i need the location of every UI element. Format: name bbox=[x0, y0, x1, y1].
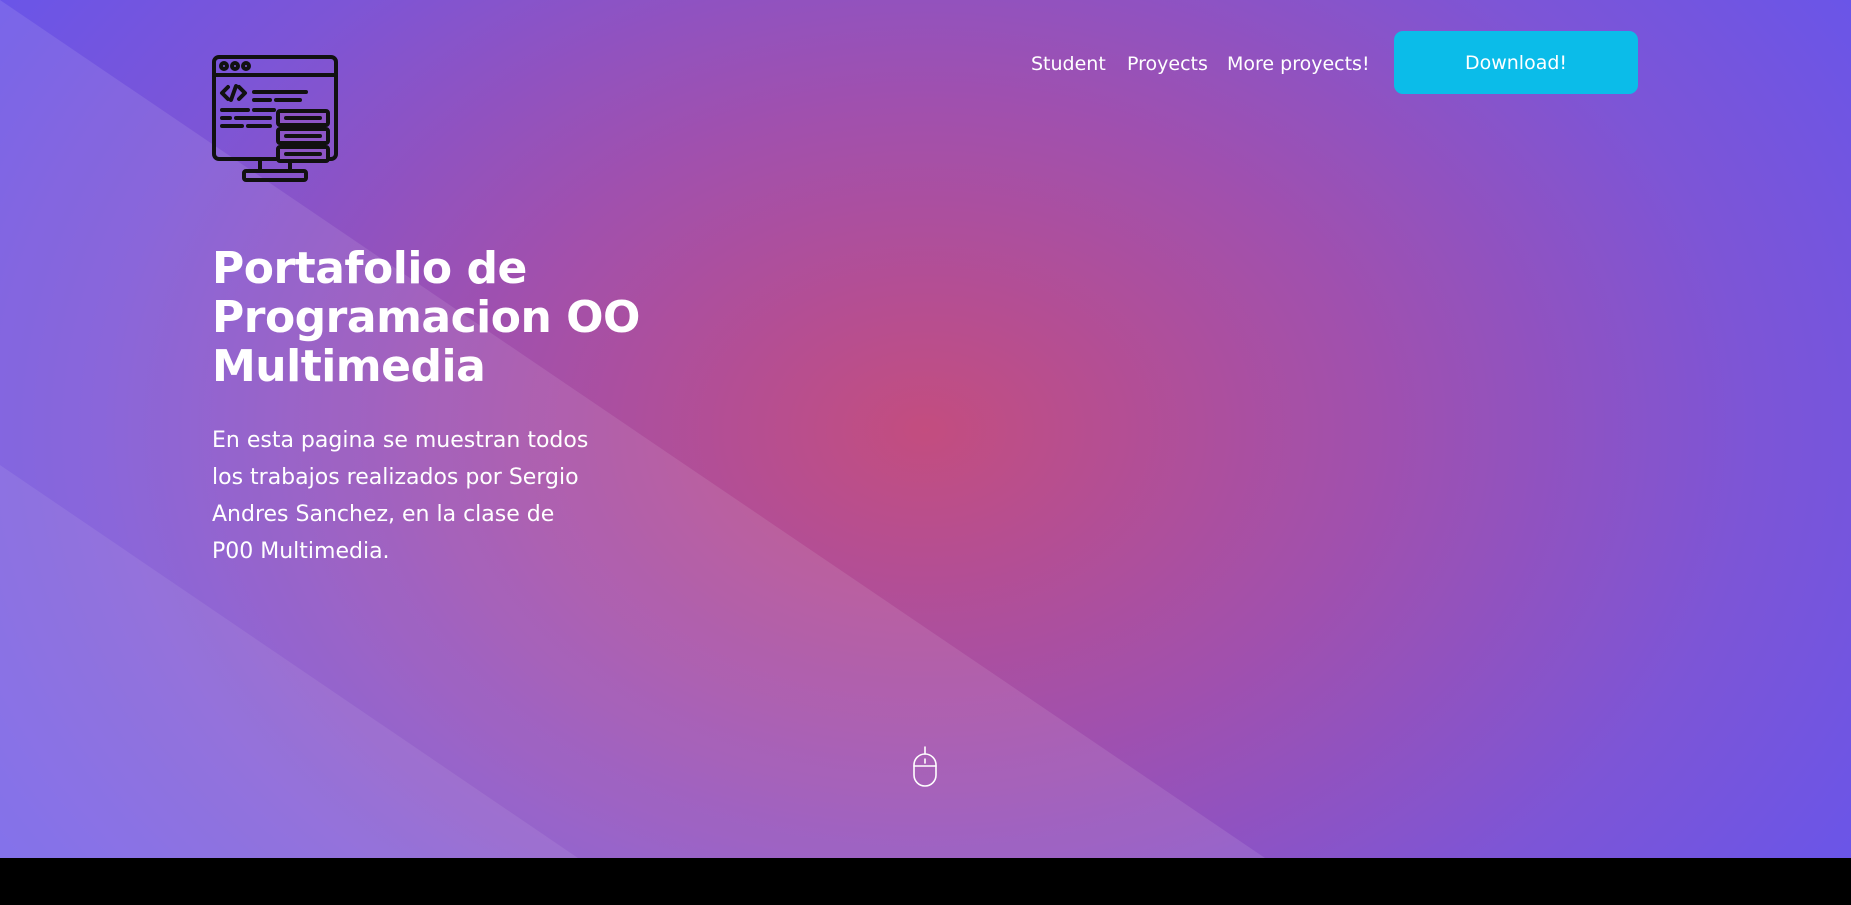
hero-description: En esta pagina se muestran todos los tra… bbox=[212, 428, 589, 564]
mouse-scroll-icon[interactable] bbox=[912, 746, 938, 788]
page-title: Portafolio de Programacion OO Multimedia bbox=[212, 243, 640, 392]
monitor-code-icon[interactable] bbox=[212, 55, 338, 182]
download-button[interactable]: Download! bbox=[1394, 31, 1638, 94]
hero-section: Student Proyects More proyects! Download… bbox=[0, 0, 1851, 858]
bottom-bar bbox=[0, 858, 1851, 905]
nav-link-more-proyects[interactable]: More proyects! bbox=[1227, 53, 1370, 75]
nav-link-student[interactable]: Student bbox=[1031, 53, 1106, 75]
download-button-label: Download! bbox=[1464, 51, 1568, 74]
nav-link-proyects[interactable]: Proyects bbox=[1127, 53, 1208, 75]
